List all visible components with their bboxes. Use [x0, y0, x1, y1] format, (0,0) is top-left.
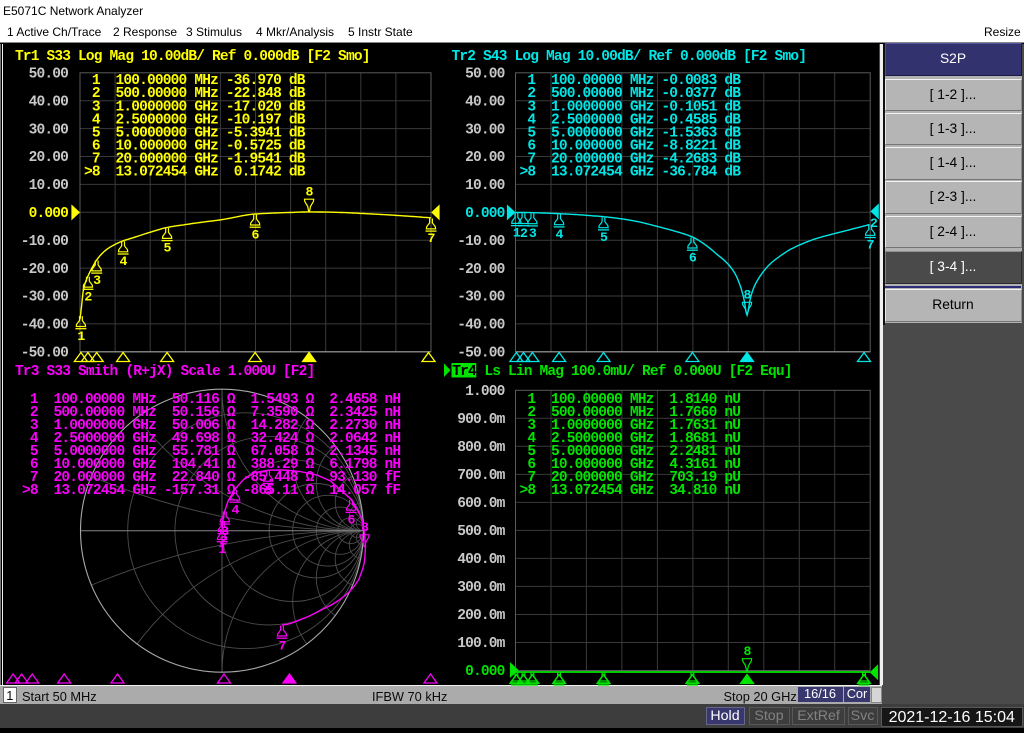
svg-text:10.00: 10.00 [29, 178, 69, 194]
svg-text:10.00: 10.00 [465, 178, 505, 194]
svg-text:8: 8 [306, 185, 314, 200]
svg-text:3: 3 [529, 226, 537, 241]
svg-text:7: 7 [427, 231, 435, 246]
svg-text:6: 6 [252, 227, 260, 242]
svg-text:40.00: 40.00 [465, 94, 505, 110]
svg-text:-10.00: -10.00 [21, 234, 68, 250]
svg-text:Ls Lin Mag 100.0mU/ Ref 0.000U: Ls Lin Mag 100.0mU/ Ref 0.000U [F2 Equ] [477, 364, 792, 380]
svg-text:20.00: 20.00 [465, 150, 505, 166]
svg-text:8: 8 [743, 288, 751, 303]
svg-text:30.00: 30.00 [465, 122, 505, 138]
svg-text:>8 13.072454 GHz -36.784 dB: >8 13.072454 GHz -36.784 dB [520, 164, 742, 180]
svg-text:Tr1 S33 Log Mag 10.00dB/ Ref 0: Tr1 S33 Log Mag 10.00dB/ Ref 0.000dB [F2… [15, 49, 370, 65]
svg-text:1.000: 1.000 [465, 384, 505, 400]
svg-text:800.0m: 800.0m [457, 440, 505, 456]
svg-text:2: 2 [870, 216, 878, 231]
svg-text:2: 2 [520, 226, 528, 241]
svg-text:6: 6 [347, 513, 355, 528]
svg-text:>8 13.072454 GHz 0.1742 dB: >8 13.072454 GHz 0.1742 dB [84, 164, 306, 180]
svg-text:4: 4 [120, 254, 128, 269]
svg-text:>8 13.072454 GHz 34.810 nU: >8 13.072454 GHz 34.810 nU [520, 483, 741, 499]
svg-text:4: 4 [232, 502, 240, 517]
svg-text:8: 8 [743, 644, 751, 659]
svg-text:7: 7 [278, 638, 286, 653]
svg-text:700.0m: 700.0m [457, 468, 505, 484]
svg-text:>8 13.072454 GHz -157.31 Ω -8: >8 13.072454 GHz -157.31 Ω -865.11 Ω 14.… [22, 483, 400, 499]
svg-text:500.0m: 500.0m [457, 524, 505, 540]
svg-text:2: 2 [84, 289, 92, 304]
svg-text:20.00: 20.00 [29, 150, 69, 166]
svg-text:-20.00: -20.00 [21, 262, 68, 278]
svg-text:7: 7 [867, 238, 875, 253]
svg-text:4: 4 [556, 227, 564, 242]
svg-text:0.000: 0.000 [465, 664, 505, 680]
svg-text:-40.00: -40.00 [21, 318, 68, 334]
svg-text:0.000: 0.000 [29, 206, 69, 222]
svg-text:Tr3 S33 Smith (R+jX) Scale 1.0: Tr3 S33 Smith (R+jX) Scale 1.000U [F2] [15, 364, 314, 380]
svg-text:50.00: 50.00 [29, 67, 69, 83]
svg-text:900.0m: 900.0m [457, 412, 505, 428]
svg-text:3: 3 [93, 273, 101, 288]
svg-text:300.0m: 300.0m [457, 580, 505, 596]
svg-text:400.0m: 400.0m [457, 552, 505, 568]
svg-text:-30.00: -30.00 [457, 290, 504, 306]
svg-text:Tr4: Tr4 [452, 364, 477, 380]
svg-text:3: 3 [221, 524, 229, 539]
svg-text:-30.00: -30.00 [21, 290, 68, 306]
svg-text:0.000: 0.000 [465, 206, 505, 222]
svg-text:100.0m: 100.0m [457, 636, 505, 652]
svg-text:6: 6 [689, 250, 697, 265]
svg-text:1: 1 [77, 329, 85, 344]
svg-text:-50.00: -50.00 [21, 346, 68, 362]
svg-text:40.00: 40.00 [29, 94, 69, 110]
svg-text:200.0m: 200.0m [457, 608, 505, 624]
svg-text:5: 5 [600, 230, 608, 245]
svg-text:Tr2 S43 Log Mag 10.00dB/ Ref 0: Tr2 S43 Log Mag 10.00dB/ Ref 0.000dB [F2… [452, 49, 807, 65]
svg-text:-50.00: -50.00 [457, 346, 504, 362]
svg-text:-20.00: -20.00 [457, 262, 504, 278]
svg-text:-10.00: -10.00 [457, 234, 504, 250]
svg-text:8: 8 [361, 520, 369, 535]
svg-text:5: 5 [265, 484, 273, 499]
svg-text:-40.00: -40.00 [457, 318, 504, 334]
svg-text:30.00: 30.00 [29, 122, 69, 138]
svg-text:5: 5 [164, 241, 172, 256]
svg-text:600.0m: 600.0m [457, 496, 505, 512]
svg-text:50.00: 50.00 [465, 67, 505, 83]
